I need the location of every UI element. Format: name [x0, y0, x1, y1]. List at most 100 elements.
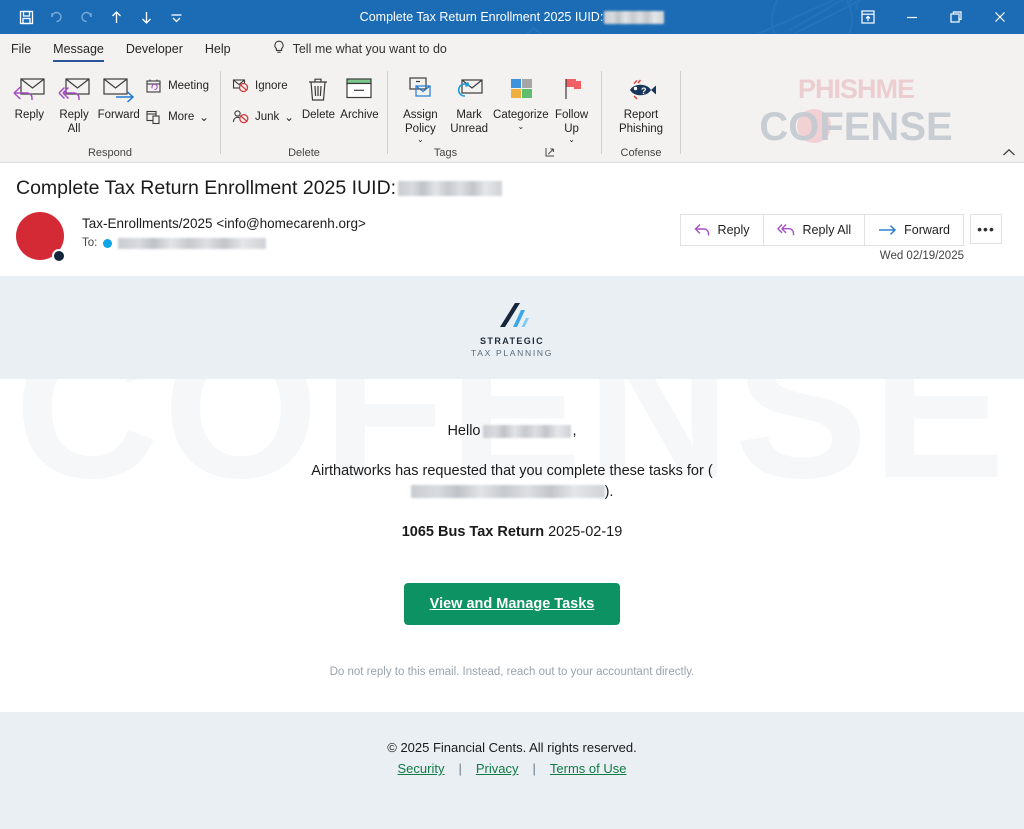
- ribbon-meeting-button[interactable]: Meeting: [141, 73, 213, 99]
- ribbon-group-delete-label: Delete: [288, 147, 320, 159]
- arrow-down-icon: [141, 11, 151, 24]
- collapse-ribbon-button[interactable]: [1002, 148, 1016, 160]
- ribbon-display-options-button[interactable]: [846, 1, 890, 33]
- email-to-redacted: [118, 237, 267, 249]
- body-paragraph-text: Airthatworks has requested that you comp…: [311, 463, 704, 479]
- ribbon-reply-all-button[interactable]: Reply All: [52, 70, 97, 136]
- reply-icon: [12, 74, 46, 106]
- trash-icon: [305, 74, 331, 106]
- reply-icon: [694, 224, 709, 236]
- ribbon-report-phishing-label: Report Phishing: [618, 109, 664, 135]
- ribbon-group-delete: Ignore Junk ⌄ Delete Archive Delete: [221, 64, 387, 162]
- greeting-suffix: ,: [572, 423, 577, 439]
- disclaimer-text: Do not reply to this email. Instead, rea…: [329, 665, 695, 678]
- chevron-down-icon: ⌄: [284, 112, 294, 124]
- phish-fish-icon: ?: [624, 74, 658, 106]
- ribbon-group-respond: Reply Reply All Forward Meeting More ⌄ R…: [0, 64, 220, 162]
- window-title-text: Complete Tax Return Enrollment 2025 IUID…: [359, 10, 604, 24]
- ribbon-group-tags: Assign Policy ⌄ Mark Unread Categorize ⌄…: [388, 64, 601, 162]
- ribbon-reply-label: Reply: [14, 109, 45, 121]
- chevron-down-icon: [171, 13, 181, 22]
- ribbon-delete-button[interactable]: Delete: [298, 70, 339, 123]
- tags-dialog-launcher[interactable]: [545, 147, 555, 160]
- ribbon: PHISHME COFENSE Reply Reply All Forward …: [0, 64, 1024, 163]
- email-recipients-row: To:: [82, 237, 366, 249]
- archive-icon: [344, 74, 374, 106]
- email-forward-button[interactable]: Forward: [865, 215, 963, 245]
- follow-up-flag-icon: [558, 74, 586, 106]
- greeting-redacted-name: [482, 424, 571, 438]
- ribbon-assign-policy-label: Assign Policy: [403, 109, 438, 135]
- email-reply-label: Reply: [717, 223, 750, 237]
- body-paragraph: Airthatworks has requested that you comp…: [292, 461, 732, 504]
- privacy-link[interactable]: Privacy: [476, 761, 519, 776]
- ribbon-group-respond-label: Respond: [87, 147, 133, 159]
- security-link[interactable]: Security: [398, 761, 445, 776]
- reply-all-icon: [57, 74, 91, 106]
- tab-message[interactable]: Message: [42, 34, 115, 64]
- email-action-buttons: Reply Reply All Forward •••: [679, 214, 1002, 246]
- previous-item-button[interactable]: [102, 4, 130, 30]
- email-subject-redacted: [398, 181, 503, 196]
- redo-button[interactable]: [72, 4, 100, 30]
- customize-quick-access-button[interactable]: [162, 4, 190, 30]
- task-line: 1065 Bus Tax Return 2025-02-19: [0, 524, 1024, 540]
- quick-access-toolbar: [0, 4, 190, 30]
- chevron-down-icon: ⌄: [417, 135, 424, 145]
- redo-icon: [80, 11, 92, 22]
- ribbon-archive-button[interactable]: Archive: [339, 70, 380, 123]
- more-items-icon: [143, 109, 163, 126]
- ribbon-group-tags-text: Tags: [433, 147, 458, 160]
- chevron-down-icon: ⌄: [568, 135, 575, 145]
- save-button[interactable]: [12, 4, 40, 30]
- email-header-text: Tax-Enrollments/2025 <info@homecarenh.or…: [68, 210, 366, 264]
- ribbon-report-phishing-button[interactable]: ? Report Phishing: [609, 70, 673, 136]
- chevron-down-icon: ⌄: [517, 121, 525, 131]
- close-button[interactable]: [978, 1, 1022, 33]
- ribbon-junk-button[interactable]: Junk ⌄: [228, 104, 298, 130]
- email-reply-all-label: Reply All: [802, 223, 852, 237]
- body-paragraph-redacted: [410, 485, 605, 499]
- cofense-brand-watermark: PHISHME COFENSE: [696, 68, 1016, 154]
- email-forward-label: Forward: [904, 223, 950, 237]
- email-reply-button[interactable]: Reply: [680, 215, 764, 245]
- ribbon-junk-label: Junk: [255, 111, 280, 123]
- undo-button[interactable]: [42, 4, 70, 30]
- ribbon-ignore-button[interactable]: Ignore: [228, 73, 298, 99]
- email-more-actions-button[interactable]: •••: [970, 214, 1002, 244]
- terms-of-use-link[interactable]: Terms of Use: [550, 761, 627, 776]
- email-subject: Complete Tax Return Enrollment 2025 IUID…: [0, 163, 1024, 200]
- ribbon-mark-unread-button[interactable]: Mark Unread: [446, 70, 493, 136]
- view-and-manage-tasks-button[interactable]: View and Manage Tasks: [403, 582, 621, 625]
- ascending-bars-icon: [495, 297, 529, 329]
- avatar: [16, 212, 68, 264]
- tab-help[interactable]: Help: [194, 34, 242, 64]
- minimize-button[interactable]: [890, 1, 934, 33]
- ribbon-assign-policy-button[interactable]: Assign Policy ⌄: [395, 70, 446, 144]
- body-paragraph-close-paren: ).: [604, 484, 614, 501]
- ribbon-forward-button[interactable]: Forward: [96, 70, 141, 123]
- email-to-label: To:: [82, 237, 98, 249]
- window-title-redacted: [604, 10, 665, 24]
- lightbulb-icon: [272, 40, 286, 58]
- restore-button[interactable]: [934, 1, 978, 33]
- minimize-icon: [907, 16, 917, 19]
- copyright-text: © 2025 Financial Cents. All rights reser…: [387, 740, 637, 755]
- chevron-down-icon: ⌄: [199, 112, 209, 124]
- mark-unread-icon: [454, 74, 484, 106]
- ribbon-reply-button[interactable]: Reply: [7, 70, 52, 123]
- footer-divider: |: [458, 761, 462, 776]
- tell-me-search[interactable]: Tell me what you want to do: [242, 34, 447, 64]
- email-date: Wed 02/19/2025: [879, 250, 964, 262]
- task-name: 1065 Bus Tax Return: [401, 523, 545, 540]
- ribbon-archive-label: Archive: [340, 109, 379, 121]
- ribbon-tab-bar: File Message Developer Help Tell me what…: [0, 34, 1024, 64]
- next-item-button[interactable]: [132, 4, 160, 30]
- reading-pane: Complete Tax Return Enrollment 2025 IUID…: [0, 163, 1024, 829]
- ribbon-categorize-button[interactable]: Categorize ⌄: [493, 70, 550, 131]
- ribbon-follow-up-button[interactable]: Follow Up ⌄: [549, 70, 594, 144]
- tab-file[interactable]: File: [0, 34, 42, 64]
- email-reply-all-button[interactable]: Reply All: [763, 215, 866, 245]
- ribbon-more-button[interactable]: More ⌄: [141, 104, 213, 130]
- tab-developer[interactable]: Developer: [115, 34, 194, 64]
